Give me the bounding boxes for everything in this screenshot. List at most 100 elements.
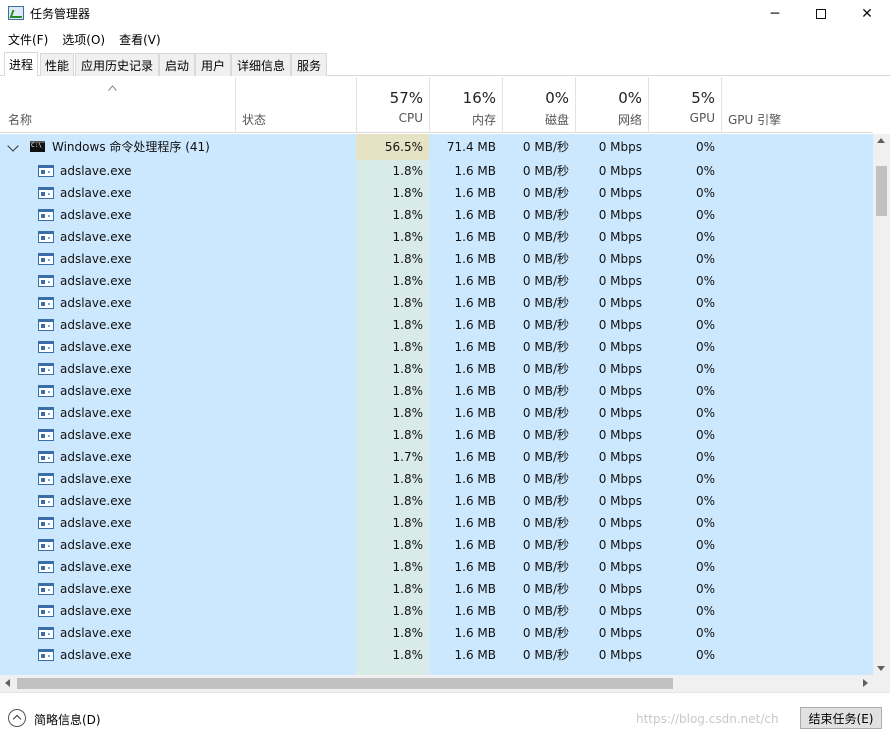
process-memory: 1.6 MB — [454, 648, 496, 662]
table-row[interactable]: adslave.exe 1.8% 1.6 MB 0 MB/秒 0 Mbps 0% — [0, 490, 873, 512]
process-gpu: 0% — [695, 340, 715, 354]
table-row[interactable]: adslave.exe 1.8% 1.6 MB 0 MB/秒 0 Mbps 0% — [0, 336, 873, 358]
vertical-scrollbar[interactable] — [873, 134, 890, 675]
footer: 简略信息(D) https://blog.csdn.net/ch 结束任务(E) — [0, 692, 890, 739]
process-cpu: 1.8% — [392, 582, 424, 596]
process-memory: 1.6 MB — [454, 318, 496, 332]
sort-up-icon — [108, 85, 117, 91]
process-cpu: 1.8% — [392, 384, 424, 398]
process-disk: 0 MB/秒 — [522, 428, 569, 442]
table-row[interactable]: adslave.exe 1.8% 1.6 MB 0 MB/秒 0 Mbps 0% — [0, 600, 873, 622]
process-gpu: 0% — [695, 274, 715, 288]
table-row[interactable]: adslave.exe 1.8% 1.6 MB 0 MB/秒 0 Mbps 0% — [0, 160, 873, 182]
end-task-button[interactable]: 结束任务(E) — [800, 707, 882, 729]
table-row[interactable]: adslave.exe 1.8% 1.6 MB 0 MB/秒 0 Mbps 0% — [0, 512, 873, 534]
fewer-details-link[interactable]: 简略信息(D) — [34, 711, 101, 728]
process-cpu: 1.8% — [392, 626, 424, 640]
process-name: adslave.exe — [60, 582, 132, 596]
tab-users[interactable]: 用户 — [195, 53, 231, 76]
scroll-right-icon[interactable] — [863, 679, 868, 687]
process-disk: 0 MB/秒 — [522, 340, 569, 354]
table-row[interactable]: adslave.exe 1.8% 1.6 MB 0 MB/秒 0 Mbps 0% — [0, 644, 873, 666]
column-cpu[interactable]: 57% CPU — [356, 77, 429, 133]
table-row[interactable]: adslave.exe 1.8% 1.6 MB 0 MB/秒 0 Mbps 0% — [0, 204, 873, 226]
table-row[interactable]: adslave.exe 1.8% 1.6 MB 0 MB/秒 0 Mbps 0% — [0, 314, 873, 336]
table-row[interactable]: adslave.exe 1.8% 1.6 MB 0 MB/秒 0 Mbps 0% — [0, 248, 873, 270]
process-icon — [38, 209, 54, 221]
tab-details[interactable]: 详细信息 — [231, 53, 291, 76]
menu-view[interactable]: 查看(V) — [119, 31, 161, 48]
process-icon — [38, 429, 54, 441]
process-gpu: 0% — [695, 208, 715, 222]
vertical-scroll-thumb[interactable] — [876, 166, 887, 216]
network-total: 0% — [618, 89, 642, 107]
column-network-label: 网络 — [617, 113, 642, 127]
table-row[interactable]: adslave.exe 1.8% 1.6 MB 0 MB/秒 0 Mbps 0% — [0, 468, 873, 490]
table-row[interactable]: adslave.exe 1.7% 1.6 MB 0 MB/秒 0 Mbps 0% — [0, 446, 873, 468]
process-network: 0 Mbps — [598, 538, 642, 552]
maximize-button[interactable] — [798, 0, 844, 28]
horizontal-scroll-thumb[interactable] — [17, 678, 673, 689]
tab-performance[interactable]: 性能 — [40, 53, 74, 76]
column-disk[interactable]: 0% 磁盘 — [502, 77, 575, 133]
process-network: 0 Mbps — [598, 494, 642, 508]
chevron-down-icon[interactable] — [7, 140, 19, 152]
process-gpu: 0% — [695, 516, 715, 530]
process-network: 0 Mbps — [598, 560, 642, 574]
window-title: 任务管理器 — [30, 7, 91, 21]
process-network: 0 Mbps — [598, 604, 642, 618]
table-row[interactable]: adslave.exe 1.8% 1.6 MB 0 MB/秒 0 Mbps 0% — [0, 534, 873, 556]
horizontal-scrollbar[interactable] — [0, 675, 873, 692]
menu-file[interactable]: 文件(F) — [8, 31, 48, 48]
table-row[interactable]: adslave.exe 1.8% 1.6 MB 0 MB/秒 0 Mbps 0% — [0, 402, 873, 424]
process-disk: 0 MB/秒 — [522, 230, 569, 244]
process-name: adslave.exe — [60, 406, 132, 420]
process-icon — [38, 627, 54, 639]
process-cpu: 1.8% — [392, 604, 424, 618]
column-gpu[interactable]: 5% GPU — [648, 77, 721, 133]
tab-startup[interactable]: 启动 — [159, 53, 195, 76]
column-gpu-engine[interactable]: GPU 引擎 — [721, 77, 873, 133]
table-row[interactable]: adslave.exe 1.8% 1.6 MB 0 MB/秒 0 Mbps 0% — [0, 380, 873, 402]
table-row[interactable]: adslave.exe 1.8% 1.6 MB 0 MB/秒 0 Mbps 0% — [0, 622, 873, 644]
close-button[interactable]: ✕ — [844, 0, 890, 28]
table-row[interactable]: adslave.exe 1.8% 1.6 MB 0 MB/秒 0 Mbps 0% — [0, 358, 873, 380]
process-disk: 0 MB/秒 — [522, 538, 569, 552]
column-status[interactable]: 状态 — [235, 77, 356, 133]
process-gpu: 0% — [695, 296, 715, 310]
process-group-row[interactable]: Windows 命令处理程序 (41) 56.5% 71.4 MB 0 MB/秒… — [0, 134, 873, 160]
column-name[interactable]: 名称 — [0, 77, 235, 133]
scroll-up-icon[interactable] — [877, 138, 885, 143]
cpu-total: 57% — [389, 89, 423, 107]
table-row[interactable]: adslave.exe 1.8% 1.6 MB 0 MB/秒 0 Mbps 0% — [0, 182, 873, 204]
column-cpu-label: CPU — [398, 111, 423, 125]
tab-services[interactable]: 服务 — [291, 53, 327, 76]
tab-processes[interactable]: 进程 — [4, 52, 38, 76]
process-icon — [38, 539, 54, 551]
process-name: adslave.exe — [60, 648, 132, 662]
process-gpu: 0% — [695, 164, 715, 178]
scroll-down-icon[interactable] — [877, 666, 885, 671]
table-row[interactable]: adslave.exe 1.8% 1.6 MB 0 MB/秒 0 Mbps 0% — [0, 578, 873, 600]
process-gpu: 0% — [695, 494, 715, 508]
menu-options[interactable]: 选项(O) — [62, 31, 105, 48]
process-icon — [38, 473, 54, 485]
table-row[interactable]: adslave.exe 1.8% 1.6 MB 0 MB/秒 0 Mbps 0% — [0, 270, 873, 292]
gpu-total: 5% — [691, 89, 715, 107]
column-memory[interactable]: 16% 内存 — [429, 77, 502, 133]
table-row[interactable]: adslave.exe 1.8% 1.6 MB 0 MB/秒 0 Mbps 0% — [0, 226, 873, 248]
table-row[interactable]: adslave.exe 1.8% 1.6 MB 0 MB/秒 0 Mbps 0% — [0, 424, 873, 446]
process-name: adslave.exe — [60, 604, 132, 618]
table-row[interactable]: adslave.exe 1.8% 1.6 MB 0 MB/秒 0 Mbps 0% — [0, 556, 873, 578]
scroll-left-icon[interactable] — [5, 679, 10, 687]
process-name: adslave.exe — [60, 516, 132, 530]
column-network[interactable]: 0% 网络 — [575, 77, 648, 133]
chevron-up-icon[interactable] — [8, 709, 26, 727]
process-icon — [38, 385, 54, 397]
process-memory: 1.6 MB — [454, 164, 496, 178]
table-row[interactable]: adslave.exe 1.8% 1.6 MB 0 MB/秒 0 Mbps 0% — [0, 292, 873, 314]
minimize-button[interactable]: ─ — [752, 0, 798, 28]
process-memory: 1.6 MB — [454, 186, 496, 200]
tab-app-history[interactable]: 应用历史记录 — [75, 53, 159, 76]
process-memory: 1.6 MB — [454, 384, 496, 398]
